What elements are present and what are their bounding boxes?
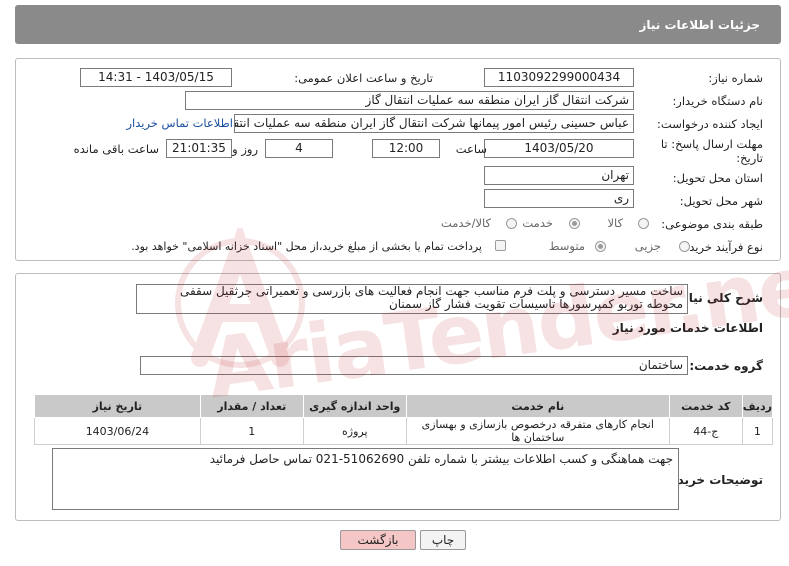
service-group-label: گروه خدمت: [689, 359, 763, 373]
cell-unit: پروژه [302, 417, 407, 445]
deadline-time-label: ساعت [455, 142, 487, 156]
category-label: طبقه بندی موضوعی: [661, 217, 763, 231]
process-label: نوع فرآیند خرید : [681, 240, 763, 254]
creator-label: ایجاد کننده درخواست: [657, 117, 763, 131]
print-button[interactable]: چاپ [420, 530, 466, 550]
table-header-row: ردیف کد خدمت نام خدمت واحد اندازه گیری ت… [34, 394, 774, 418]
buyer-org-field[interactable]: شرکت انتقال گاز ایران منطقه سه عملیات ان… [185, 91, 634, 110]
buyer-org-label: نام دستگاه خریدار: [672, 94, 763, 108]
category-option-goods: کالا [607, 216, 623, 230]
col-unit: واحد اندازه گیری [302, 394, 407, 418]
category-option-both: کالا/خدمت [440, 216, 491, 230]
need-number-label: شماره نیاز: [708, 71, 763, 85]
province-label: استان محل تحویل: [672, 171, 763, 185]
page-title: جزئیات اطلاعات نیاز [639, 18, 760, 32]
service-group-field[interactable]: ساختمان [140, 356, 688, 375]
process-radio-medium[interactable] [595, 241, 606, 252]
col-name: نام خدمت [405, 394, 670, 418]
summary-label: شرح کلی نیاز: [677, 291, 763, 305]
process-radio-minor[interactable] [679, 241, 690, 252]
category-radio-goods[interactable] [638, 218, 649, 229]
announce-label: تاریخ و ساعت اعلان عمومی: [294, 71, 433, 85]
deadline-label-2: تاریخ: [736, 151, 763, 165]
city-field[interactable]: ری [484, 189, 634, 208]
cell-row: 1 [741, 417, 774, 445]
creator-field[interactable]: عباس حسینی رئیس امور پیمانها شرکت انتقال… [234, 114, 634, 133]
buyer-notes-field[interactable]: جهت هماهنگی و کسب اطلاعات بیشتر با شماره… [52, 448, 679, 510]
col-code: کد خدمت [668, 394, 743, 418]
process-option-minor: جزیی [634, 239, 661, 253]
col-date: تاریخ نیاز [34, 394, 201, 418]
city-label: شهر محل تحویل: [679, 194, 763, 208]
cell-date: 1403/06/24 [34, 417, 201, 445]
need-number-field[interactable]: 1103092299000434 [484, 68, 634, 87]
province-field[interactable]: تهران [484, 166, 634, 185]
days-field[interactable]: 4 [265, 139, 333, 158]
summary-field[interactable]: ساخت مسیر دسترسی و پلت فرم مناسب جهت انج… [136, 284, 688, 314]
remaining-label: ساعت باقی مانده [73, 142, 159, 156]
category-radio-service[interactable] [569, 218, 580, 229]
col-qty: تعداد / مقدار [199, 394, 304, 418]
payment-note: پرداخت تمام یا بخشی از مبلغ خرید،از محل … [131, 240, 482, 253]
deadline-time-field[interactable]: 12:00 [372, 139, 440, 158]
remaining-time-field[interactable]: 21:01:35 [166, 139, 232, 158]
days-label: روز و [232, 142, 258, 156]
table-row[interactable]: 1 ج-44 انجام کارهای متفرقه درخصوص بازساز… [34, 417, 774, 445]
payment-checkbox[interactable] [495, 240, 506, 251]
deadline-label-1: مهلت ارسال پاسخ: تا [660, 137, 763, 151]
header-panel: جزئیات اطلاعات نیاز [15, 5, 781, 44]
cell-qty: 1 [199, 417, 304, 445]
cell-code: ج-44 [668, 417, 743, 445]
services-title: اطلاعات خدمات مورد نیاز [612, 321, 763, 335]
back-button[interactable]: بازگشت [340, 530, 416, 550]
cell-name: انجام کارهای متفرقه درخصوص بازسازی و بهس… [405, 417, 670, 445]
contact-link[interactable]: اطلاعات تماس خریدار [126, 116, 233, 130]
services-table: ردیف کد خدمت نام خدمت واحد اندازه گیری ت… [34, 394, 774, 445]
category-option-service: خدمت [522, 216, 553, 230]
deadline-date-field[interactable]: 1403/05/20 [484, 139, 634, 158]
category-radio-both[interactable] [506, 218, 517, 229]
col-row: ردیف [741, 394, 774, 418]
announce-field[interactable]: 1403/05/15 - 14:31 [80, 68, 232, 87]
process-option-medium: متوسط [548, 239, 585, 253]
